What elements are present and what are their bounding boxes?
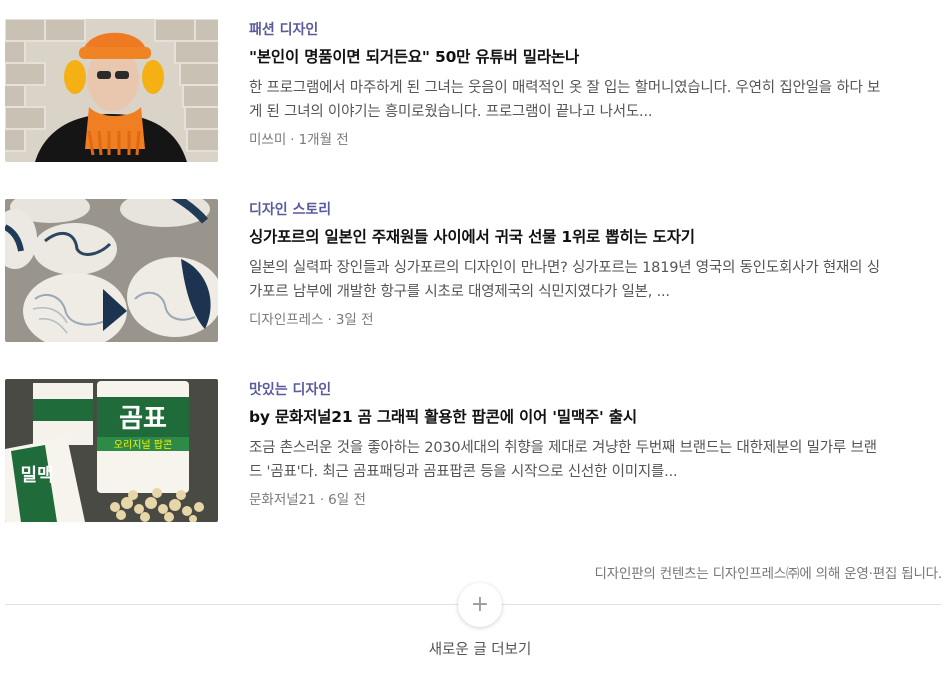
article-item[interactable]: 패션 디자인 "본인이 명품이면 되거든요" 50만 유튜버 밀라논나 한 프로…	[5, 19, 905, 162]
article-time: 6일 전	[328, 492, 366, 508]
ceramic-plates-photo-icon	[5, 199, 218, 342]
article-summary[interactable]: 한 프로그램에서 마주하게 된 그녀는 웃음이 매력적인 옷 잘 입는 할머니였…	[249, 76, 889, 124]
load-more-button[interactable]: +	[458, 583, 502, 627]
article-thumbnail[interactable]	[5, 19, 218, 162]
article-item[interactable]: 곰표 오리지널 팝콘 밀맥 맛있는 디자인 by 문화저널21 곰 그래픽 활용…	[5, 379, 905, 522]
article-title[interactable]: 싱가포르의 일본인 주재원들 사이에서 귀국 선물 1위로 뽑히는 도자기	[249, 227, 889, 247]
plus-icon: +	[470, 592, 490, 617]
article-author: 디자인프레스	[249, 312, 324, 328]
separator-dot: ·	[327, 312, 332, 328]
article-meta: 문화저널21 · 6일 전	[249, 491, 889, 509]
article-category[interactable]: 맛있는 디자인	[249, 381, 889, 399]
article-thumbnail[interactable]: 곰표 오리지널 팝콘 밀맥	[5, 379, 218, 522]
article-title[interactable]: "본인이 명품이면 되거든요" 50만 유튜버 밀라논나	[249, 47, 889, 67]
separator-dot: ·	[290, 132, 295, 148]
brand-sub-text: 오리지널 팝콘	[114, 439, 172, 451]
load-more-label[interactable]: 새로운 글 더보기	[0, 638, 948, 659]
article-meta: 미쓰미 · 1개월 전	[249, 131, 889, 149]
article-title[interactable]: by 문화저널21 곰 그래픽 활용한 팝콘에 이어 '밀맥주' 출시	[249, 407, 889, 427]
article-time: 3일 전	[335, 312, 374, 328]
fashion-photo-icon	[5, 19, 218, 162]
footer-note: 디자인판의 컨텐츠는 디자인프레스㈜에 의해 운영·편집 됩니다.	[594, 566, 943, 582]
article-meta: 디자인프레스 · 3일 전	[249, 311, 889, 329]
article-category[interactable]: 패션 디자인	[249, 21, 889, 39]
article-item[interactable]: 디자인 스토리 싱가포르의 일본인 주재원들 사이에서 귀국 선물 1위로 뽑히…	[5, 199, 905, 342]
popcorn-bag-photo-icon: 곰표 오리지널 팝콘 밀맥	[5, 379, 218, 522]
article-category[interactable]: 디자인 스토리	[249, 201, 889, 219]
article-thumbnail[interactable]	[5, 199, 218, 342]
article-author: 미쓰미	[249, 132, 287, 148]
side-bag-text: 밀맥	[20, 465, 53, 486]
article-time: 1개월 전	[298, 132, 349, 148]
brand-logo-text: 곰표	[119, 404, 167, 434]
article-author: 문화저널21	[249, 492, 316, 508]
article-summary[interactable]: 조금 촌스러운 것을 좋아하는 2030세대의 취향을 제대로 겨냥한 두번째 …	[249, 436, 889, 484]
article-summary[interactable]: 일본의 실력파 장인들과 싱가포르의 디자인이 만나면? 싱가포르는 1819년…	[249, 256, 889, 304]
separator-dot: ·	[319, 492, 325, 508]
